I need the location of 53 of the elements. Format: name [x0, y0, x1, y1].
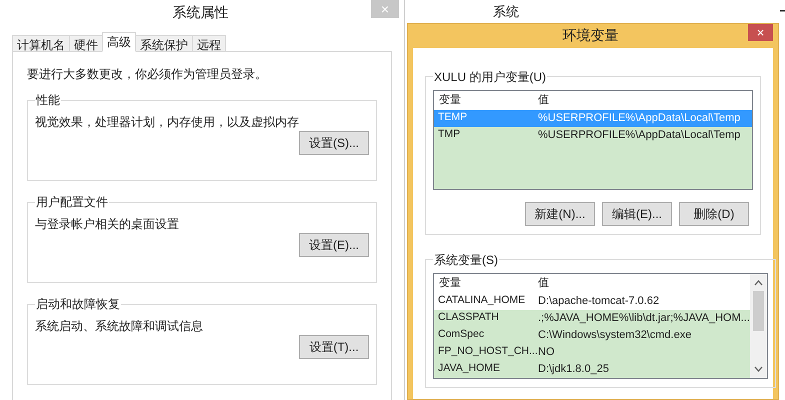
settings-button[interactable]: 设置(E)...	[299, 233, 369, 257]
group-title: 启动和故障恢复	[35, 296, 121, 313]
scrollbar[interactable]	[750, 274, 767, 378]
minimize-icon[interactable]	[780, 10, 785, 12]
group-title: XULU 的用户变量(U)	[433, 68, 548, 86]
list-row[interactable]: CLASSPATH .;%JAVA_HOME%\lib\dt.jar;%JAVA_HOM...	[434, 310, 750, 327]
scroll-thumb[interactable]	[752, 290, 764, 331]
scroll-up-icon[interactable]	[754, 280, 763, 286]
variable-value: D:\jdk1.8.0_25	[538, 362, 609, 377]
variable-name: TEMP	[437, 110, 468, 126]
settings-button[interactable]: 设置(S)...	[299, 131, 369, 155]
admin-notice: 要进行大多数更改，你必须作为管理员登录。	[27, 66, 268, 83]
variable-name: TMP	[437, 127, 462, 142]
column-header[interactable]: 值	[538, 274, 750, 292]
variable-name: CATALINA_HOME	[437, 293, 526, 308]
variable-name: ComSpec	[437, 327, 486, 342]
list-row[interactable]: JAVA_HOME D:\jdk1.8.0_25	[434, 360, 750, 378]
variable-value: .;%JAVA_HOME%\lib\dt.jar;%JAVA_HOM...	[538, 310, 750, 326]
column-header[interactable]: 变量	[434, 92, 538, 108]
group-title: 系统变量(S)	[433, 252, 499, 269]
variable-list[interactable]: 变量 值 CATALINA_HOME D:\apache-tomcat-7.0.62 CLASSPATH .;%JAVA_HOME%\lib\dt.jar;%JAVA_HOM... ComSpec C:\Windows\system32\cmd.exe FP_NO_HOST_CH...NO JAVA_HOME D:\jdk1.8.0_25	[433, 272, 768, 379]
column-header[interactable]: 值	[538, 92, 752, 108]
list-row[interactable]: FP_NO_HOST_CH...NO	[434, 344, 750, 361]
close-button[interactable]: ×	[748, 24, 773, 41]
tab[interactable]: 计算机名	[12, 35, 70, 52]
scroll-down-icon[interactable]	[754, 366, 763, 372]
group-description: 与登录帐户相关的桌面设置	[35, 216, 180, 233]
variable-name: FP_NO_HOST_CH...	[437, 344, 538, 360]
group-description: 视觉效果，处理器计划，内存使用，以及虚拟内存	[35, 114, 300, 131]
dialog-button[interactable]: 新建(N)...	[525, 202, 595, 226]
tab[interactable]: 硬件	[69, 35, 103, 52]
variable-value: C:\Windows\system32\cmd.exe	[538, 328, 692, 343]
group-title: 用户配置文件	[35, 194, 109, 211]
tab[interactable]: 高级	[102, 32, 136, 52]
variable-value: %USERPROFILE%\AppData\Local\Temp	[538, 110, 740, 126]
variable-value: %USERPROFILE%\AppData\Local\Temp	[538, 128, 740, 143]
dialog-button[interactable]: 删除(D)	[679, 202, 749, 226]
tab[interactable]: 远程	[192, 35, 226, 52]
group-title: 性能	[35, 92, 61, 109]
tab[interactable]: 系统保护	[135, 35, 193, 52]
window-title: 系统属性	[172, 2, 230, 22]
variable-name: JAVA_HOME	[437, 361, 502, 376]
settings-button[interactable]: 设置(T)...	[299, 335, 369, 359]
variable-value: NO	[538, 344, 554, 360]
variable-list[interactable]: 变量 值 TEMP %USERPROFILE%\AppData\Local\Temp TMP %USERPROFILE%\AppData\Local\Temp	[433, 90, 753, 190]
column-header[interactable]: 变量	[434, 274, 538, 292]
variable-name: CLASSPATH	[437, 310, 500, 326]
dialog-title: 环境变量	[562, 26, 620, 46]
list-row[interactable]: ComSpec C:\Windows\system32\cmd.exe	[434, 326, 750, 344]
window-title: 系统	[492, 2, 520, 21]
dialog-button[interactable]: 编辑(E)...	[602, 202, 672, 226]
group-description: 系统启动、系统故障和调试信息	[35, 318, 204, 335]
variable-value: D:\apache-tomcat-7.0.62	[538, 294, 660, 309]
